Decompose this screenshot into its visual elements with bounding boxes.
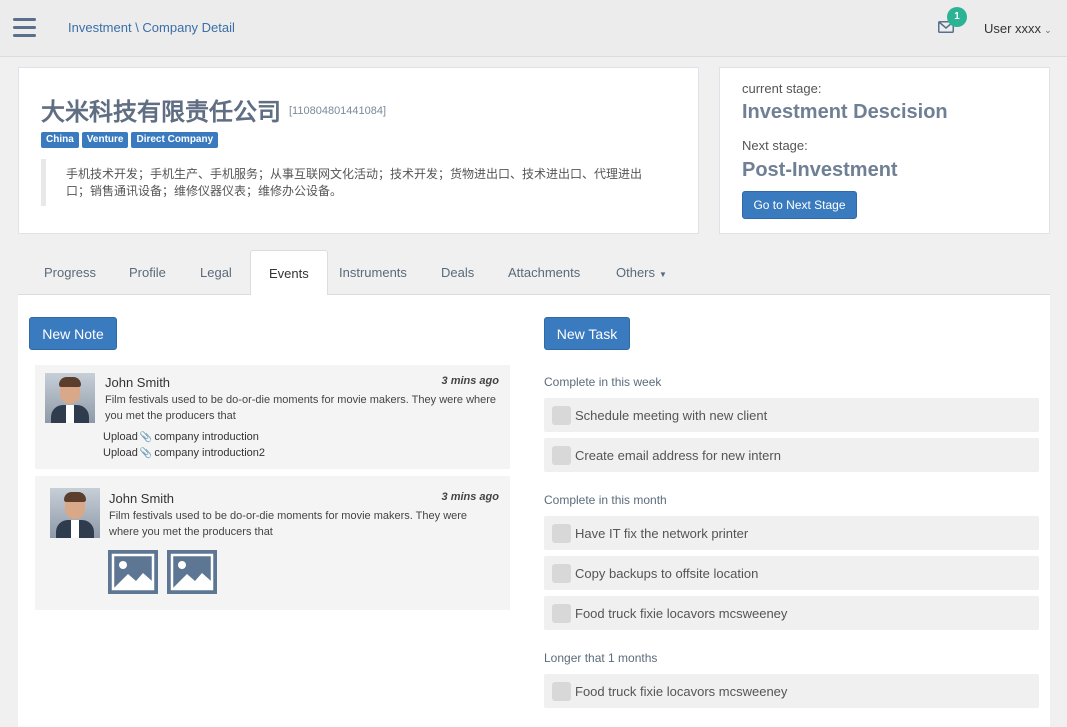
- avatar: [45, 373, 95, 423]
- note-attachment[interactable]: Upload 📎 company introduction: [103, 431, 259, 443]
- note-item: John Smith 3 mins ago Film festivals use…: [35, 476, 510, 610]
- user-name: User xxxx: [984, 21, 1042, 36]
- task-label: Copy backups to offsite location: [575, 566, 759, 581]
- task-label: Food truck fixie locavors mcsweeney: [575, 684, 788, 699]
- user-menu[interactable]: User xxxx ⌄: [984, 21, 1052, 36]
- tag-country: China: [41, 132, 79, 148]
- tab-others[interactable]: Others ▼: [598, 250, 685, 295]
- note-text: Film festivals used to be do-or-die mome…: [105, 394, 497, 422]
- task-group-title: Longer that 1 months: [544, 651, 658, 665]
- attachment-name: company introduction: [154, 431, 259, 443]
- note-time: 3 mins ago: [441, 491, 499, 503]
- tab-others-label: Others: [616, 265, 656, 280]
- current-stage-label: current stage:: [742, 81, 822, 96]
- note-time: 3 mins ago: [441, 375, 499, 387]
- note-author[interactable]: John Smith: [105, 375, 170, 390]
- image-placeholder-icon[interactable]: [167, 550, 217, 594]
- caret-down-icon: ▼: [659, 270, 667, 279]
- task-checkbox[interactable]: [552, 682, 571, 701]
- new-note-button[interactable]: New Note: [29, 317, 117, 350]
- next-stage-label: Next stage:: [742, 138, 808, 153]
- new-task-button[interactable]: New Task: [544, 317, 630, 350]
- note-item: John Smith 3 mins ago Film festivals use…: [35, 365, 510, 469]
- attachment-name: company introduction2: [154, 447, 265, 459]
- stage-panel: current stage: Investment Descision Next…: [719, 67, 1050, 234]
- tag-type: Venture: [81, 132, 129, 148]
- task-label: Food truck fixie locavors mcsweeney: [575, 606, 788, 621]
- avatar: [50, 488, 100, 538]
- task-checkbox[interactable]: [552, 446, 571, 465]
- task-checkbox[interactable]: [552, 406, 571, 425]
- tag-category: Direct Company: [131, 132, 219, 148]
- task-item[interactable]: Schedule meeting with new client: [544, 398, 1039, 432]
- go-to-next-stage-button[interactable]: Go to Next Stage: [742, 191, 857, 219]
- task-item[interactable]: Food truck fixie locavors mcsweeney: [544, 596, 1039, 630]
- task-item[interactable]: Create email address for new intern: [544, 438, 1039, 472]
- events-content: New Note New Task John Smith 3 mins ago …: [18, 295, 1050, 727]
- hamburger-menu-icon[interactable]: [13, 18, 36, 37]
- company-panel: 大米科技有限责任公司 [110804801441084] China Ventu…: [18, 67, 699, 234]
- next-stage-value: Post-Investment: [742, 159, 898, 181]
- tab-deals[interactable]: Deals: [423, 250, 492, 295]
- task-label: Create email address for new intern: [575, 448, 781, 463]
- paperclip-icon: 📎: [139, 432, 153, 443]
- company-description: 手机技术开发；手机生产、手机服务；从事互联网文化活动；技术开发；货物进出口、技术…: [41, 159, 661, 206]
- paperclip-icon: 📎: [139, 448, 153, 459]
- upload-prefix: Upload: [103, 431, 138, 443]
- tab-events[interactable]: Events: [250, 250, 328, 296]
- task-label: Have IT fix the network printer: [575, 526, 749, 541]
- task-label: Schedule meeting with new client: [575, 408, 768, 423]
- company-code: [110804801441084]: [289, 105, 387, 117]
- tab-bar: Progress Profile Legal Events Instrument…: [18, 250, 1050, 296]
- note-attachment[interactable]: Upload 📎 company introduction2: [103, 447, 265, 459]
- note-author[interactable]: John Smith: [109, 491, 174, 506]
- task-checkbox[interactable]: [552, 564, 571, 583]
- tab-attachments[interactable]: Attachments: [490, 250, 598, 295]
- tab-legal[interactable]: Legal: [182, 250, 250, 295]
- top-bar: Investment \ Company Detail 1 User xxxx ⌄: [0, 0, 1067, 57]
- task-checkbox[interactable]: [552, 604, 571, 623]
- tab-instruments[interactable]: Instruments: [321, 250, 425, 295]
- chevron-down-icon: ⌄: [1044, 25, 1052, 35]
- task-group-title: Complete in this month: [544, 493, 667, 507]
- tab-profile[interactable]: Profile: [111, 250, 184, 295]
- task-item[interactable]: Food truck fixie locavors mcsweeney: [544, 674, 1039, 708]
- task-item[interactable]: Copy backups to offsite location: [544, 556, 1039, 590]
- current-stage-value: Investment Descision: [742, 101, 948, 123]
- breadcrumb[interactable]: Investment \ Company Detail: [68, 20, 235, 35]
- task-item[interactable]: Have IT fix the network printer: [544, 516, 1039, 550]
- company-tags: China Venture Direct Company: [41, 132, 219, 148]
- tab-progress[interactable]: Progress: [26, 250, 114, 295]
- task-checkbox[interactable]: [552, 524, 571, 543]
- task-group-title: Complete in this week: [544, 375, 662, 389]
- note-text: Film festivals used to be do-or-die mome…: [109, 510, 468, 538]
- upload-prefix: Upload: [103, 447, 138, 459]
- image-placeholder-icon[interactable]: [108, 550, 158, 594]
- notification-badge[interactable]: 1: [947, 7, 967, 27]
- company-name: 大米科技有限责任公司: [41, 99, 281, 126]
